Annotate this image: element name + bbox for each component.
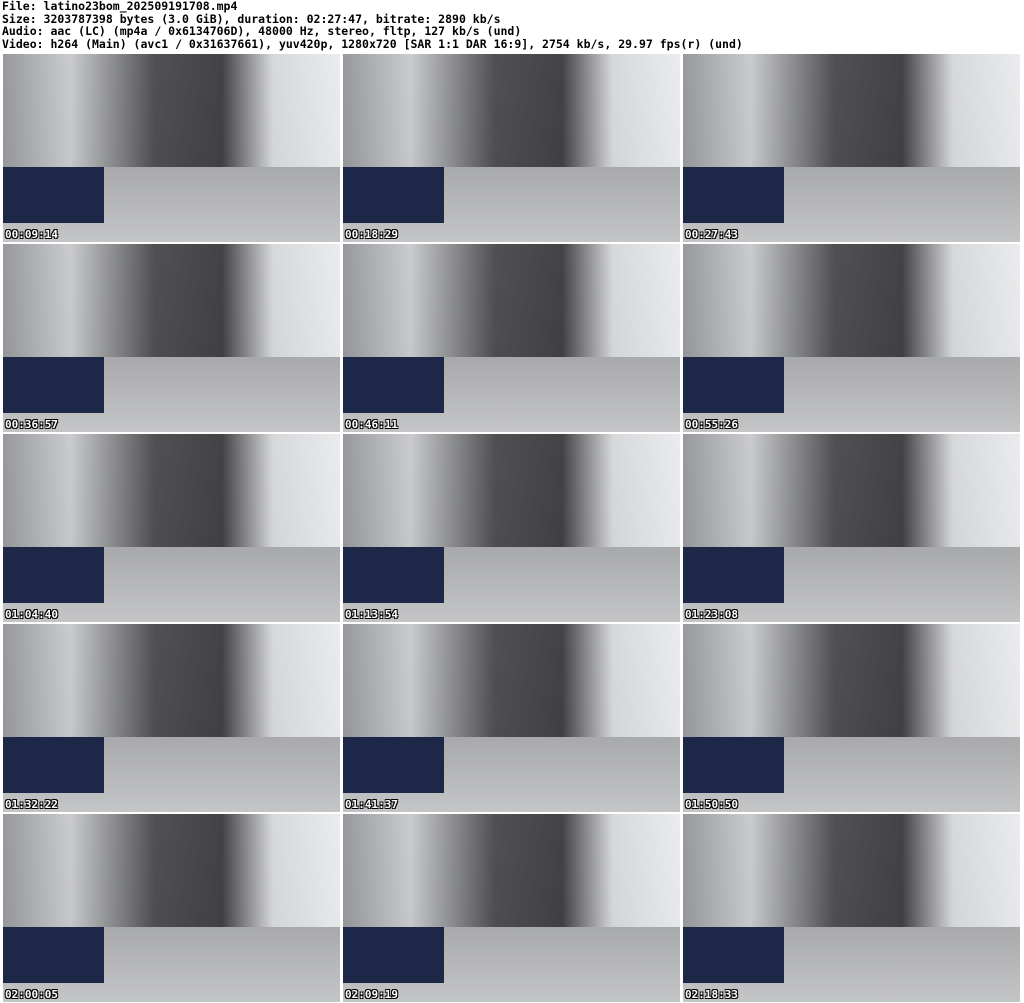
- video-thumbnail: 02:18:33: [683, 814, 1020, 1002]
- thumbnail-sofa: [343, 546, 445, 604]
- thumbnail-sofa: [343, 926, 445, 984]
- thumbnail-background: [3, 814, 340, 927]
- video-thumbnail: 00:09:14: [3, 54, 340, 242]
- video-thumbnail: 01:41:37: [343, 624, 680, 812]
- thumbnail-timestamp: 00:36:57: [5, 418, 58, 431]
- thumbnail-sofa: [3, 166, 105, 224]
- thumbnail-grid: 00:09:14 00:18:29 00:27:43 00:36:57 00:46:11…: [3, 54, 1020, 1002]
- thumbnail-sofa: [683, 926, 785, 984]
- thumbnail-background: [343, 814, 680, 927]
- video-thumbnail: 00:27:43: [683, 54, 1020, 242]
- audio-info: Audio: aac (LC) (mp4a / 0x6134706D), 480…: [2, 24, 522, 38]
- thumbnail-timestamp: 02:00:05: [5, 988, 58, 1001]
- thumbnail-sofa: [3, 546, 105, 604]
- video-thumbnail: 00:46:11: [343, 244, 680, 432]
- thumbnail-background: [343, 624, 680, 737]
- thumbnail-timestamp: 01:04:40: [5, 608, 58, 621]
- thumbnail-background: [683, 244, 1020, 357]
- file-info-header: File: latino23bom_202509191708.mp4 Size: …: [2, 0, 743, 50]
- thumbnail-sofa: [683, 166, 785, 224]
- video-thumbnail: 01:04:40: [3, 434, 340, 622]
- thumbnail-sofa: [3, 926, 105, 984]
- thumbnail-sofa: [683, 546, 785, 604]
- thumbnail-background: [3, 434, 340, 547]
- thumbnail-timestamp: 01:50:50: [685, 798, 738, 811]
- thumbnail-background: [343, 54, 680, 167]
- thumbnail-timestamp: 01:32:22: [5, 798, 58, 811]
- thumbnail-background: [683, 624, 1020, 737]
- thumbnail-timestamp: 02:09:19: [345, 988, 398, 1001]
- file-name: File: latino23bom_202509191708.mp4: [2, 0, 238, 13]
- thumbnail-timestamp: 01:41:37: [345, 798, 398, 811]
- thumbnail-sofa: [683, 356, 785, 414]
- thumbnail-timestamp: 00:09:14: [5, 228, 58, 241]
- thumbnail-sofa: [343, 736, 445, 794]
- thumbnail-background: [343, 434, 680, 547]
- thumbnail-timestamp: 00:55:26: [685, 418, 738, 431]
- video-info: Video: h264 (Main) (avc1 / 0x31637661), …: [2, 36, 743, 51]
- thumbnail-timestamp: 00:46:11: [345, 418, 398, 431]
- thumbnail-timestamp: 01:13:54: [345, 608, 398, 621]
- thumbnail-timestamp: 00:18:29: [345, 228, 398, 241]
- thumbnail-sofa: [3, 736, 105, 794]
- thumbnail-timestamp: 00:27:43: [685, 228, 738, 241]
- thumbnail-sofa: [3, 356, 105, 414]
- thumbnail-timestamp: 02:18:33: [685, 988, 738, 1001]
- video-thumbnail: 01:50:50: [683, 624, 1020, 812]
- thumbnail-sofa: [343, 356, 445, 414]
- video-thumbnail: 00:18:29: [343, 54, 680, 242]
- thumbnail-background: [3, 624, 340, 737]
- thumbnail-timestamp: 01:23:08: [685, 608, 738, 621]
- video-thumbnail: 02:09:19: [343, 814, 680, 1002]
- thumbnail-background: [3, 54, 340, 167]
- video-thumbnail: 01:13:54: [343, 434, 680, 622]
- thumbnail-background: [3, 244, 340, 357]
- video-thumbnail: 02:00:05: [3, 814, 340, 1002]
- video-thumbnail: 01:23:08: [683, 434, 1020, 622]
- thumbnail-sofa: [343, 166, 445, 224]
- video-thumbnail: 00:55:26: [683, 244, 1020, 432]
- thumbnail-sofa: [683, 736, 785, 794]
- video-thumbnail: 00:36:57: [3, 244, 340, 432]
- thumbnail-background: [683, 434, 1020, 547]
- thumbnail-background: [343, 244, 680, 357]
- thumbnail-background: [683, 54, 1020, 167]
- thumbnail-background: [683, 814, 1020, 927]
- video-thumbnail: 01:32:22: [3, 624, 340, 812]
